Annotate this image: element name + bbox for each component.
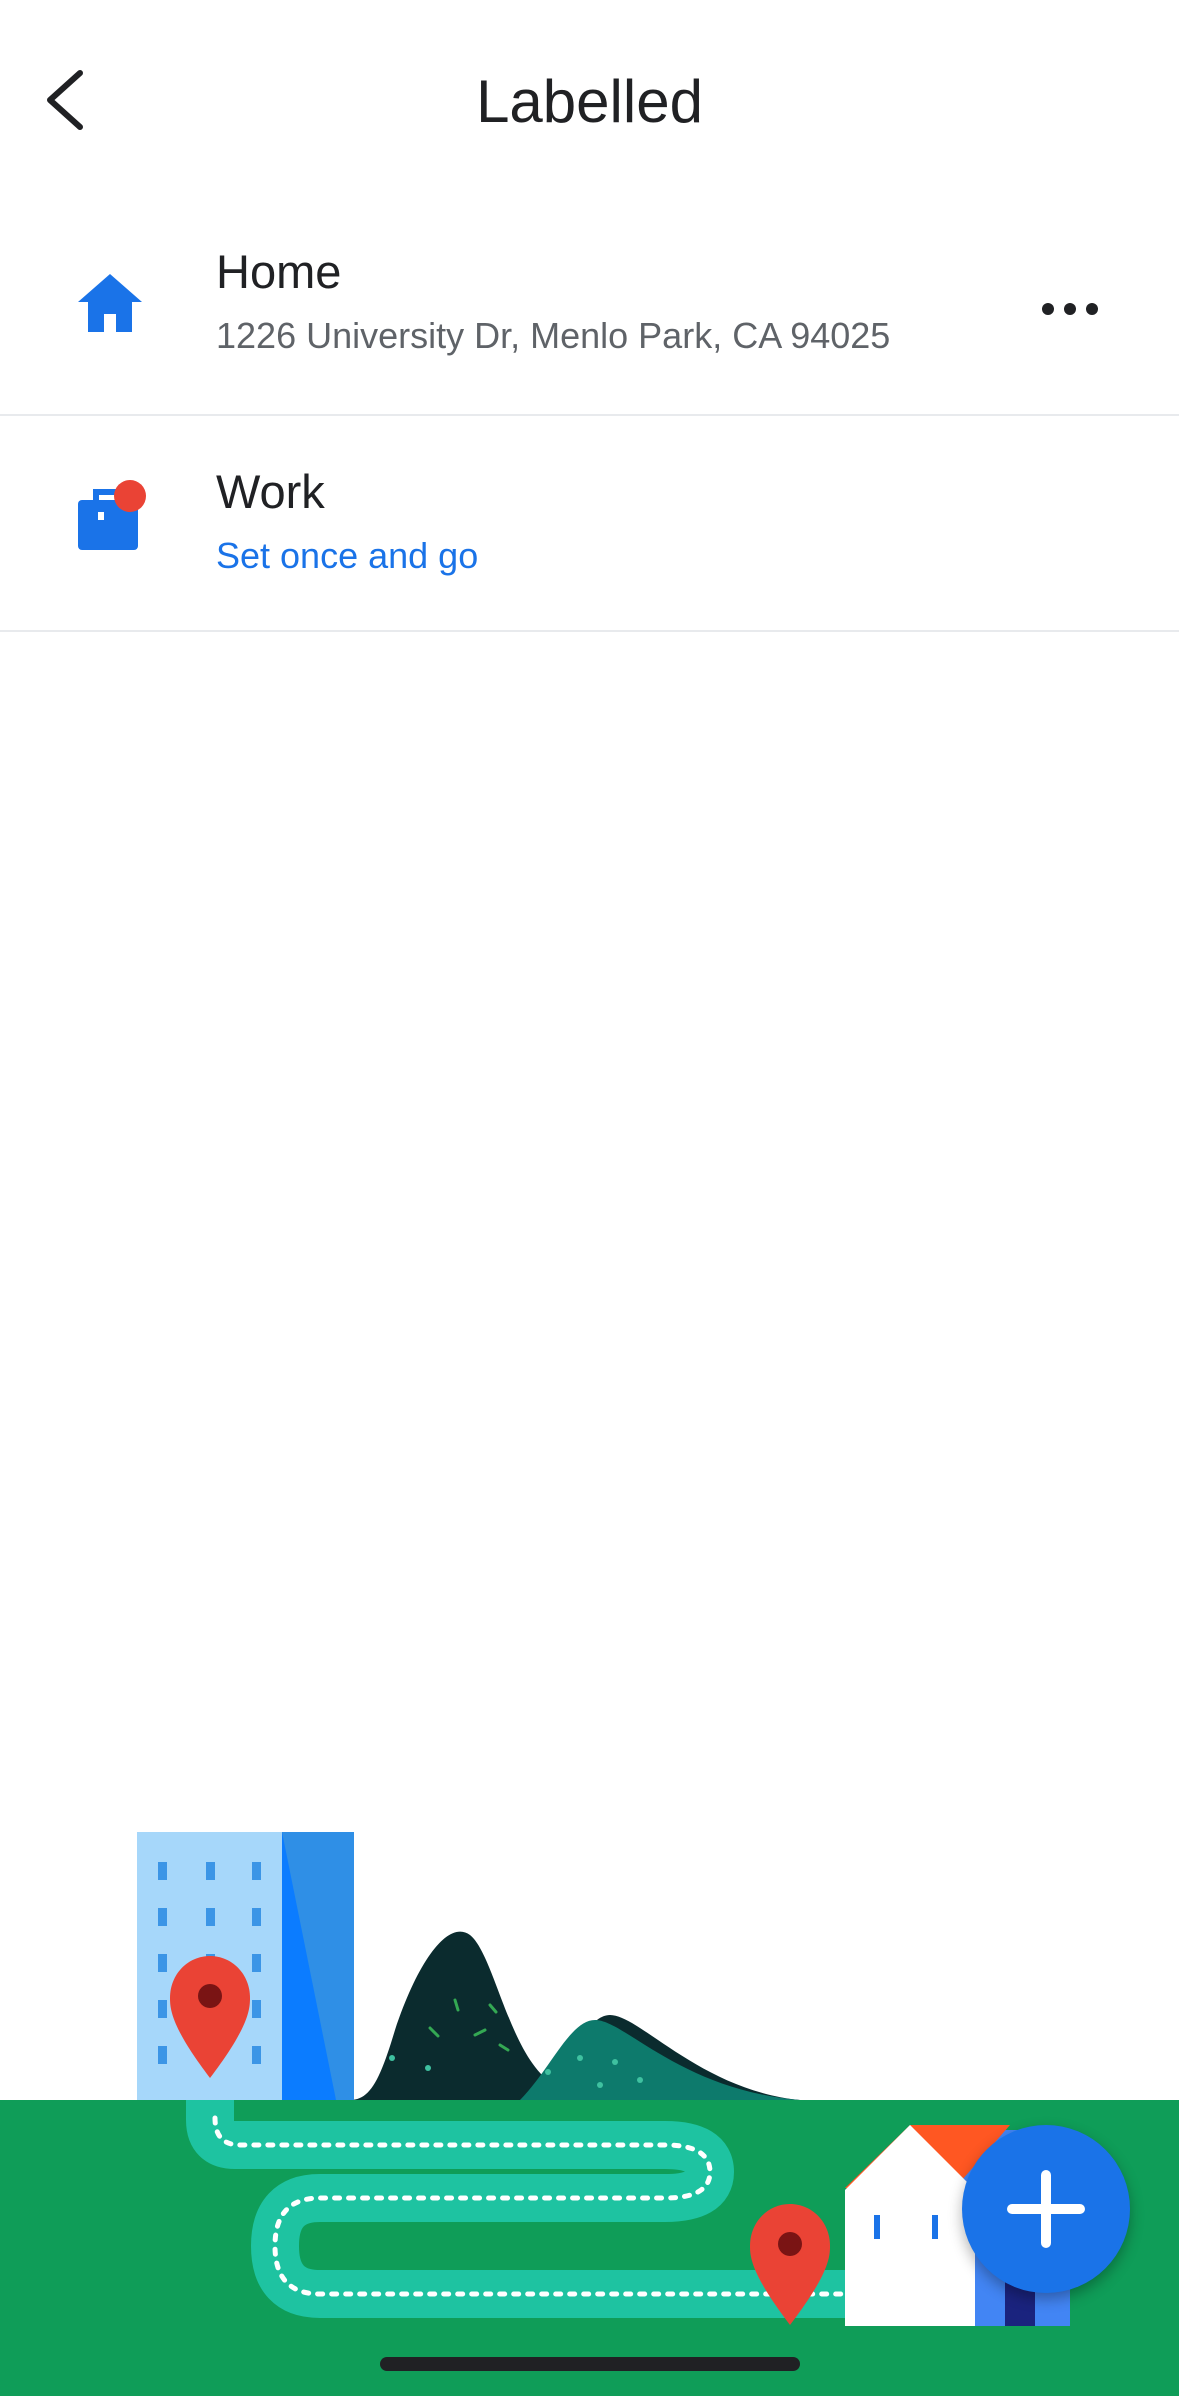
set-work-link[interactable]: Set once and go (216, 532, 478, 580)
place-address: 1226 University Dr, Menlo Park, CA 94025 (216, 315, 891, 356)
route-illustration (0, 1832, 1179, 2396)
add-place-button[interactable] (962, 2125, 1130, 2293)
home-indicator[interactable] (380, 2357, 800, 2371)
home-icon (70, 264, 150, 344)
place-row-work[interactable]: Work Set once and go (0, 416, 1179, 632)
plus-icon (1007, 2170, 1085, 2248)
place-row-home[interactable]: Home 1226 University Dr, Menlo Park, CA … (0, 212, 1179, 416)
place-title: Home (216, 245, 342, 298)
more-horizontal-icon (1042, 303, 1098, 315)
more-options-button[interactable] (1030, 274, 1110, 344)
app-header: Labelled (0, 0, 1179, 200)
page-title: Labelled (476, 68, 703, 135)
work-briefcase-icon (70, 480, 150, 560)
place-title: Work (216, 465, 325, 518)
